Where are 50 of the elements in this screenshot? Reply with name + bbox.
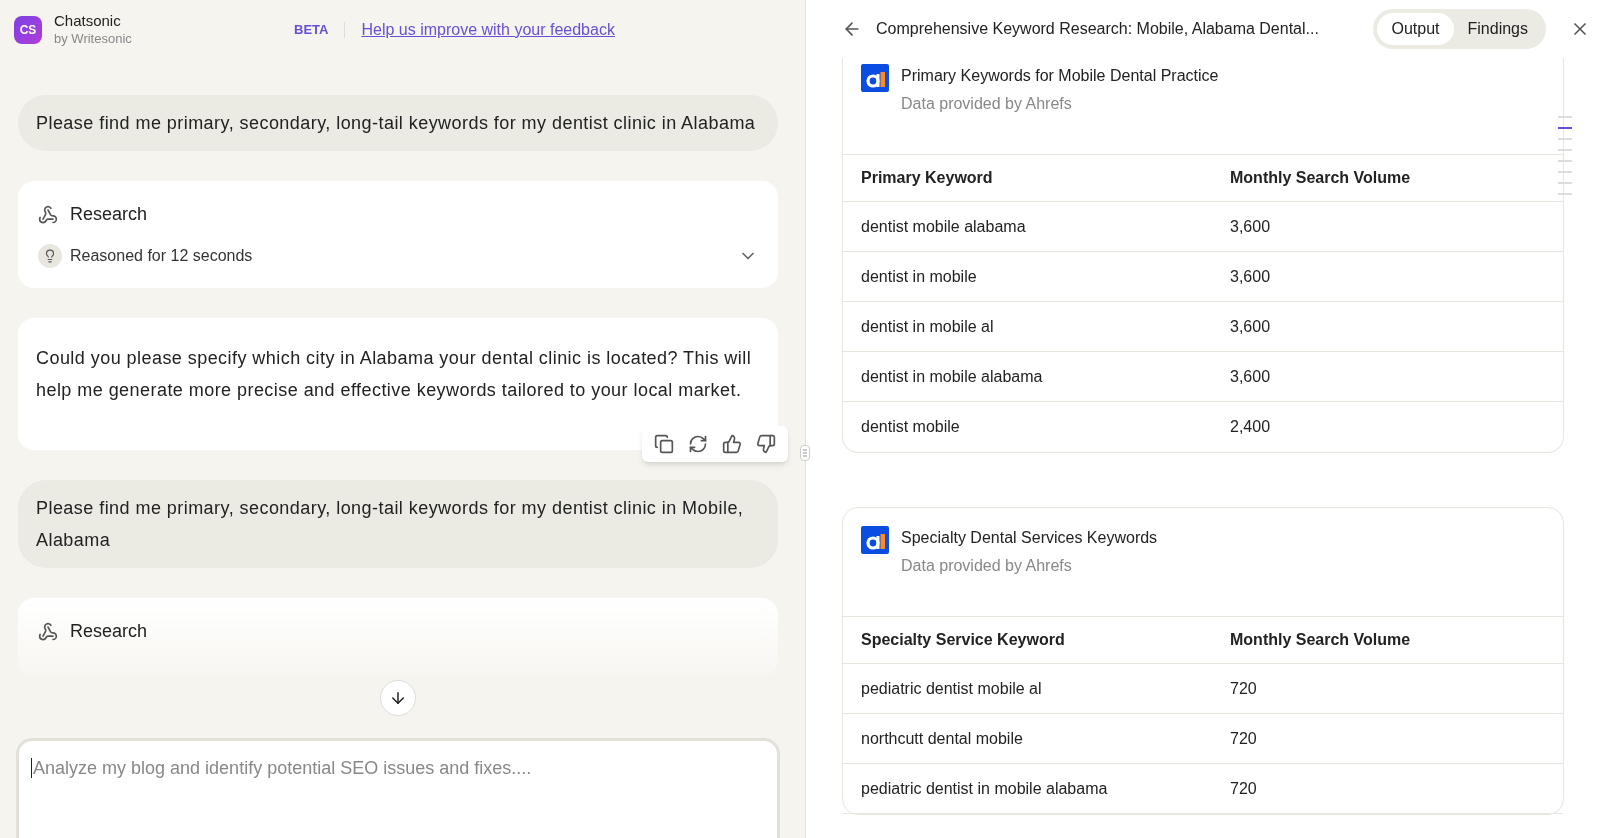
app-byline: by Writesonic (54, 30, 133, 48)
feedback-link[interactable]: Help us improve with your feedback (361, 18, 615, 42)
webhook-icon (38, 204, 58, 225)
research-title: Research (70, 620, 148, 643)
scroll-down-button[interactable] (380, 680, 416, 716)
column-header: Specialty Service Keyword (843, 617, 1212, 664)
copy-icon[interactable] (654, 434, 674, 454)
app-logo: CS (14, 16, 42, 44)
research-title: Research (70, 203, 148, 226)
table-cell: dentist in mobile al (843, 302, 1212, 352)
table-cell: 3,600 (1212, 302, 1563, 352)
panel-title: Comprehensive Keyword Research: Mobile, Alabama Dental... (876, 19, 1320, 39)
view-tab[interactable]: Findings (1453, 13, 1542, 45)
arrow-down-icon (389, 689, 407, 707)
table-cell: dentist in mobile (843, 252, 1212, 302)
table-cell: 720 (1212, 714, 1563, 764)
table-cell: pediatric dentist in mobile alabama (843, 764, 1212, 814)
table-cell: 3,600 (1212, 252, 1563, 302)
ahrefs-logo-icon (861, 526, 889, 554)
card-title: Specialty Dental Services Keywords (901, 528, 1158, 548)
regenerate-icon[interactable] (688, 434, 708, 454)
table-cell: 720 (1212, 764, 1563, 814)
table-cell: 720 (1212, 664, 1563, 714)
assistant-message: Could you please specify which city in Alabama your dental clinic is located? This will help me generate more precise and effective keywords tailored to your local market. (18, 318, 778, 450)
data-source-text: Data provided by Ahrefs (901, 556, 1073, 576)
beta-label: BETA (294, 21, 329, 40)
resize-handle[interactable] (800, 445, 810, 461)
thumbs-down-icon[interactable] (756, 434, 776, 454)
table-cell: 3,600 (1212, 202, 1563, 252)
table-cell-text: 2,400 (1229, 417, 1272, 437)
table-cell: dentist mobile alabama (843, 202, 1212, 252)
column-header: Monthly Search Volume (1212, 617, 1563, 664)
table-cell: pediatric dentist mobile al (843, 664, 1212, 714)
column-header: Primary Keyword (843, 155, 1212, 202)
table-cell: dentist in mobile alabama (843, 352, 1212, 402)
table-cell-text: dentist mobile (860, 417, 961, 437)
view-tab[interactable]: Output (1377, 13, 1454, 45)
table-cell: northcutt dental mobile (843, 714, 1212, 764)
user-message: Please find me primary, secondary, long-tail keywords for my dentist clinic in Alabama (18, 95, 778, 151)
webhook-icon (38, 621, 58, 642)
thumbs-up-icon[interactable] (722, 434, 742, 454)
data-source-text: Data provided by Ahrefs (901, 94, 1073, 114)
reasoning-toggle[interactable]: Reasoned for 12 seconds (38, 244, 758, 268)
table-cell: 3,600 (1212, 352, 1563, 402)
ahrefs-logo-icon (861, 64, 889, 92)
lightbulb-icon (38, 244, 62, 268)
card-title: Primary Keywords for Mobile Dental Practice (901, 66, 1219, 86)
app-name: Chatsonic (54, 12, 122, 30)
user-message: Please find me primary, secondary, long-tail keywords for my dentist clinic in Mobile, Alabama (18, 480, 778, 568)
message-input[interactable]: Analyze my blog and identify potential SEO issues and fixes.... (16, 738, 780, 838)
